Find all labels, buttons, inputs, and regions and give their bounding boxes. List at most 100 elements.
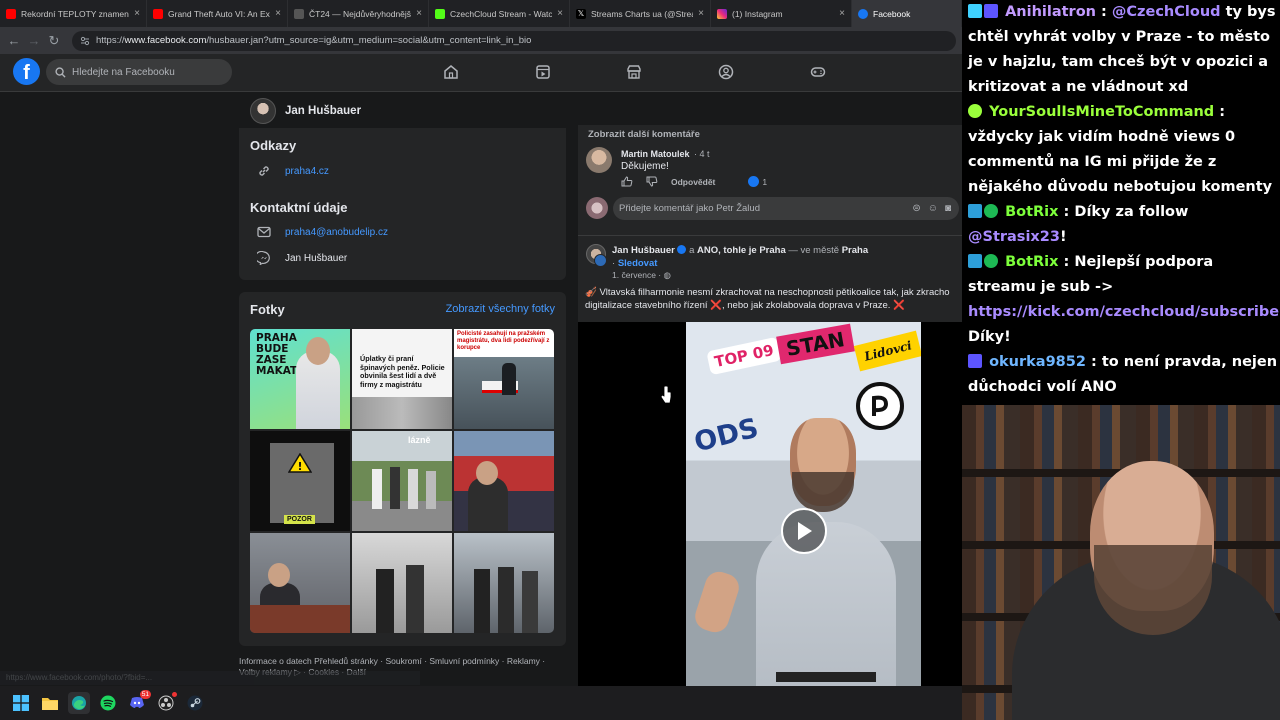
post-header: Jan Hušbauer a ANO, tohle je Praha — ve … (612, 244, 958, 270)
messenger-row[interactable]: Jan Hušbauer (257, 251, 347, 265)
post-page[interactable]: ANO, tohle je Praha (697, 245, 786, 256)
tab-x-streamscharts[interactable]: 𝕏 Streams Charts ua (@Stream × (570, 0, 711, 27)
photo-9[interactable] (454, 533, 554, 633)
follow-button[interactable]: Sledovat (618, 258, 658, 269)
comment-time[interactable]: 4 t (700, 149, 710, 159)
email-row[interactable]: praha4@anobudelip.cz (257, 226, 388, 238)
reaction-count[interactable]: 1 (748, 176, 767, 187)
tab-youtube-gta[interactable]: Grand Theft Auto VI: An Exte × (147, 0, 288, 27)
chat-username: Anihilatron (1005, 4, 1096, 20)
reload-icon[interactable]: ↻ (44, 33, 64, 49)
tab-instagram[interactable]: (1) Instagram × (711, 0, 852, 27)
browser-tab-bar: Rekordní TEPLOTY znamenají × Grand Theft… (0, 0, 962, 27)
photo-5[interactable]: lázně (352, 431, 452, 531)
avatar[interactable] (250, 98, 276, 124)
feed-post: Jan Hušbauer a ANO, tohle je Praha — ve … (578, 235, 962, 686)
tab-ct24[interactable]: ČT24 — Nejdůvěryhodnější z × (288, 0, 429, 27)
reply-button[interactable]: Odpovědět (671, 177, 715, 187)
pirates-logo (856, 382, 904, 430)
close-icon[interactable]: × (134, 8, 140, 19)
post-author[interactable]: Jan Hušbauer (612, 245, 675, 256)
photo-3[interactable]: Policisté zasahují na pražském magistrát… (454, 329, 554, 429)
discord-icon[interactable]: 51 (126, 690, 151, 714)
facebook-logo[interactable]: f (13, 58, 40, 85)
tab-title: ČT24 — Nejdůvěryhodnější z (309, 8, 412, 19)
streamer-webcam (962, 405, 1280, 720)
top09-label: TOP 09 (712, 340, 776, 372)
obs-icon[interactable] (155, 692, 177, 714)
windows-start-icon[interactable] (10, 692, 32, 714)
emoji-icon[interactable]: ☺ (928, 203, 938, 214)
person-hand (691, 568, 743, 636)
discord-badge: 51 (139, 690, 151, 699)
post-date[interactable]: 1. července · (612, 270, 661, 280)
spotify-icon[interactable] (97, 692, 119, 714)
sticker-icon[interactable]: ⊜ (912, 203, 920, 214)
email-icon (257, 226, 271, 238)
chat-text: Díky! (968, 329, 1011, 345)
back-icon[interactable]: ← (4, 33, 24, 48)
comment-input[interactable]: Přidejte komentář jako Petr Žalud ⊜ ☺ ◙ (613, 197, 959, 220)
photo-6[interactable] (454, 431, 554, 531)
tab-kick-czechcloud[interactable]: CzechCloud Stream - Watch L × (429, 0, 570, 27)
photos-title: Fotky (250, 302, 285, 317)
edge-icon[interactable] (68, 692, 90, 714)
camera-icon[interactable]: ◙ (945, 203, 951, 214)
photo-1[interactable]: PRAHA BUDE ZASE MAKAT (250, 329, 350, 429)
photo-2[interactable]: Úplatky či praní špinavých peněz. Polici… (352, 329, 452, 429)
avatar[interactable] (586, 147, 612, 173)
video-icon[interactable] (535, 64, 551, 80)
website-link-row[interactable]: praha4.cz (257, 164, 329, 178)
photo-4[interactable]: ! POZOR (250, 431, 350, 531)
url-prefix: https:// (96, 35, 125, 46)
globe-icon: ◍ (663, 270, 671, 280)
like-reaction-icon (748, 176, 760, 187)
play-button[interactable] (781, 508, 827, 554)
bot-badge-icon (968, 204, 982, 218)
person-beard (792, 472, 854, 512)
forward-icon[interactable]: → (24, 33, 44, 48)
photo-8[interactable] (352, 533, 452, 633)
close-icon[interactable]: × (416, 8, 422, 19)
ods-logo: ODS (691, 413, 761, 459)
more-comments-link[interactable]: Zobrazit další komentáře (588, 129, 700, 140)
site-info-icon[interactable] (80, 36, 90, 46)
gaming-icon[interactable] (810, 64, 826, 80)
website-link[interactable]: praha4.cz (285, 166, 329, 177)
close-icon[interactable]: × (275, 8, 281, 19)
url-path: /husbauer.jan?utm_source=ig&utm_medium=s… (206, 35, 532, 46)
file-explorer-icon[interactable] (39, 692, 61, 714)
post-video[interactable]: TOP 09 STAN Lidovci ODS (578, 322, 962, 686)
person-head (306, 337, 330, 365)
chat-message: okurka9852 : to není pravda, nejen důcho… (968, 354, 1278, 395)
like-icon[interactable] (621, 176, 633, 187)
steam-icon[interactable] (184, 692, 206, 714)
address-bar[interactable]: https://www.facebook.com/husbauer.jan?ut… (72, 30, 956, 51)
tab-facebook[interactable]: Facebook (852, 0, 962, 27)
marketplace-icon[interactable] (626, 64, 642, 80)
sub-badge-icon (968, 354, 982, 368)
facebook-search-input[interactable]: Hledejte na Facebooku (46, 59, 232, 85)
footer-line-1[interactable]: Informace o datech Přehledů stránky · So… (239, 656, 559, 667)
profile-icon[interactable] (718, 64, 734, 80)
email-link[interactable]: praha4@anobudelip.cz (285, 227, 388, 238)
verified-icon (677, 245, 687, 254)
close-icon[interactable]: × (557, 8, 563, 19)
profile-name[interactable]: Jan Hušbauer (285, 105, 361, 117)
youtube-icon (6, 8, 16, 19)
tab-youtube-teploty[interactable]: Rekordní TEPLOTY znamenají × (0, 0, 147, 27)
facebook-icon (858, 8, 868, 19)
page-avatar[interactable] (594, 254, 607, 267)
comment-author[interactable]: Martin Matoulek (621, 149, 690, 159)
dislike-icon[interactable] (646, 176, 658, 187)
svg-text:!: ! (297, 460, 302, 473)
post-location[interactable]: Praha (842, 245, 868, 256)
close-icon[interactable]: × (698, 8, 704, 19)
person-figure (376, 569, 394, 633)
show-all-photos-link[interactable]: Zobrazit všechny fotky (446, 303, 555, 315)
chat-message: YourSoulIsMineToCommand : vždycky jak vi… (968, 104, 1273, 195)
home-icon[interactable] (443, 64, 459, 80)
photo-7[interactable] (250, 533, 350, 633)
post-text: 🎻 Vltavská filharmonie nesmí zkrachovat … (585, 287, 950, 311)
close-icon[interactable]: × (839, 8, 845, 19)
